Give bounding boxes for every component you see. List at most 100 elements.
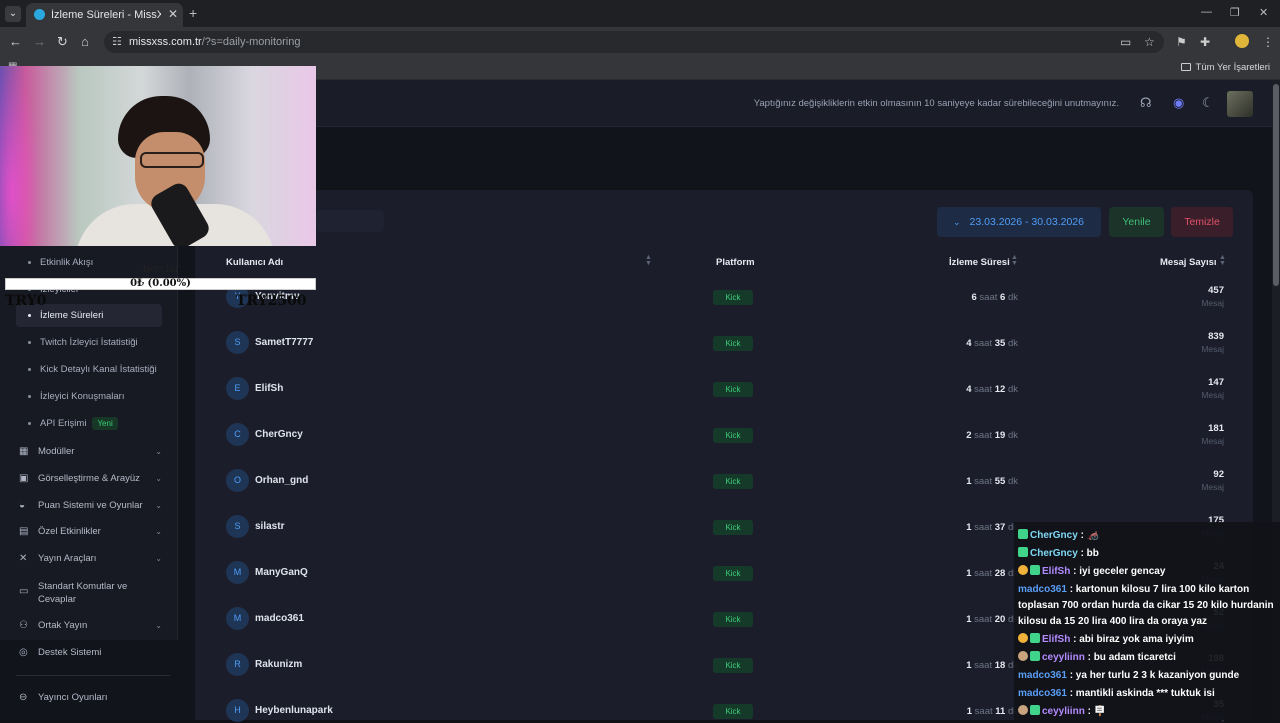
sidebar-item-yayin-araclari[interactable]: ✕ Yayın Araçları ⌄ [16,547,162,570]
chat-text: : bu adam ticaretci [1087,652,1176,663]
table-row: C CherGncy [226,423,526,447]
tab-title: İzleme Süreleri - MissXss AI Bot [51,9,161,21]
sidebar-item-moduller[interactable]: ▦ Modüller ⌄ [16,440,162,463]
profile-avatar-icon[interactable] [1235,34,1249,48]
bullet-icon [28,368,31,371]
keyboard-icon: ▭ [19,586,29,597]
restore-icon[interactable]: ❐ [1230,6,1240,19]
platform-badge: Kick [713,704,753,719]
chat-message: ceyyliinn : 🪧 [1018,704,1276,720]
username[interactable]: Rakunizm [255,659,302,670]
column-header-user[interactable]: Kullanıcı Adı [226,257,283,268]
column-header-watch-time[interactable]: İzleme Süresi [949,257,1010,268]
column-header-messages[interactable]: Mesaj Sayısı [1160,257,1217,268]
user-initial-avatar: R [226,653,249,676]
dark-mode-icon[interactable]: ☾ [1202,95,1214,111]
gift-badge-icon [1018,565,1028,575]
user-initial-avatar: M [226,607,249,630]
tab-search-icon[interactable]: ⌄ [5,6,21,22]
image-icon: ▣ [19,473,29,484]
username[interactable]: Heybenlunapark [255,705,333,716]
chat-username: CherGncy [1030,530,1078,541]
sidebar-item-gorsellestirme[interactable]: ▣ Görselleştirme & Arayüz ⌄ [16,467,162,490]
headset-icon[interactable]: ☊ [1140,95,1152,111]
forward-icon[interactable]: → [33,34,46,49]
chevron-down-icon: ⌄ [155,447,162,456]
sidebar-item-etkinlik-akisi[interactable]: Etkinlik Akışı [16,251,162,274]
username[interactable]: Orhan_gnd [255,475,308,486]
username[interactable]: SametT7777 [255,337,313,348]
bookmark-star-icon[interactable]: ☆ [1144,35,1155,49]
refresh-button[interactable]: Yenile [1109,207,1164,237]
bullet-icon [28,422,31,425]
clear-button[interactable]: Temizle [1171,207,1233,237]
column-header-platform: Platform [716,257,755,268]
platform-badge: Kick [713,520,753,535]
sidebar-divider [16,675,170,676]
sidebar-item-yayinci-oyunlari[interactable]: ⊖ Yayıncı Oyunları [16,686,162,709]
username[interactable]: CherGncy [255,429,303,440]
platform-badge: Kick [713,474,753,489]
username[interactable]: ManyGanQ [255,567,308,578]
sidebar-item-izleyici-konusmalari[interactable]: İzleyici Konuşmaları [16,385,162,408]
message-count: 92 Mesaj [1201,469,1224,492]
streamer-glasses [140,152,204,168]
minimize-icon[interactable]: — [1201,6,1212,18]
reload-icon[interactable]: ↻ [57,34,68,50]
chat-username: madco361 [1018,670,1067,681]
user-avatar[interactable] [1227,91,1253,117]
new-tab-icon[interactable]: + [189,5,197,21]
back-icon[interactable]: ← [9,34,22,49]
table-row: R Rakunizm [226,653,526,677]
message-count: 839 Mesaj [1201,331,1224,354]
close-window-icon[interactable]: ✕ [1259,6,1268,19]
username[interactable]: ElifSh [255,383,283,394]
chevron-down-icon: ⌄ [155,501,162,510]
users-icon: ⚇ [19,620,28,631]
chevron-down-icon: ⌄ [953,217,961,227]
url-input[interactable]: ☷ missxss.com.tr/?s=daily-monitoring ▭ ☆ [104,31,1164,53]
browser-menu-icon[interactable]: ⋮ [1262,35,1274,49]
support-icon: ◎ [19,647,28,658]
extensions-puzzle-icon[interactable]: ✚ [1200,35,1210,49]
home-icon[interactable]: ⌂ [81,34,89,49]
chat-message: madco361 : mantikli askinda *** tuktuk i… [1018,686,1276,702]
sidebar-item-twitch-istatistik[interactable]: Twitch İzleyici İstatistiği [16,331,162,354]
message-count: 457 Mesaj [1201,285,1224,308]
sidebar-item-destek-sistemi[interactable]: ◎ Destek Sistemi [16,641,162,664]
donation-current: TRY0 [5,293,47,309]
sidebar-item-standart-komutlar[interactable]: ▭ Standart Komutlar ve Cevaplar [16,578,162,608]
webcam-overlay [0,66,316,246]
platform-badge: Kick [713,290,753,305]
avatar-badge-icon [1018,651,1028,661]
table-search-input[interactable] [316,210,384,232]
browser-tab[interactable]: İzleme Süreleri - MissXss AI Bot ✕ [26,3,183,27]
sidebar-item-kick-istatistik[interactable]: Kick Detaylı Kanal İstatistiği [16,358,162,381]
sidebar-item-ortak-yayin[interactable]: ⚇ Ortak Yayın ⌄ [16,614,162,637]
cast-icon[interactable]: ▭ [1120,35,1131,49]
platform-badge: Kick [713,658,753,673]
username[interactable]: silastr [255,521,284,532]
sort-icon[interactable]: ▲ ▼ [1011,254,1018,267]
sort-icon[interactable]: ▲ ▼ [1219,254,1226,267]
watch-time: 1 saat 28 dk [966,568,1018,579]
username[interactable]: madco361 [255,613,304,624]
user-initial-avatar: S [226,331,249,354]
platform-badge: Kick [713,382,753,397]
site-info-icon[interactable]: ☷ [112,35,122,48]
all-bookmarks-button[interactable]: Tüm Yer İşaretleri [1180,62,1270,73]
sidebar-item-api-erisimi[interactable]: API Erişimi Yeni [16,412,162,435]
sidebar-item-puan-sistemi[interactable]: ◒ Puan Sistemi ve Oyunlar ⌄ [16,494,162,517]
chat-username: ElifSh [1042,566,1071,577]
close-tab-icon[interactable]: ✕ [168,7,178,21]
subscriber-badge-icon [1018,547,1028,557]
subscriber-badge-icon [1030,651,1040,661]
sidebar-item-ozel-etkinlikler[interactable]: ▤ Özel Etkinlikler ⌄ [16,520,162,543]
bullet-icon [28,395,31,398]
sort-icon[interactable]: ▲ ▼ [645,254,652,267]
date-range-button[interactable]: ⌄ 23.03.2026 - 30.03.2026 [937,207,1101,237]
notice-text: Yaptığınız değişikliklerin etkin olmasın… [753,98,1119,109]
discord-icon[interactable]: ◉ [1173,95,1184,111]
extension-icon[interactable]: ⚑ [1176,35,1187,49]
scrollbar-thumb[interactable] [1273,84,1279,286]
